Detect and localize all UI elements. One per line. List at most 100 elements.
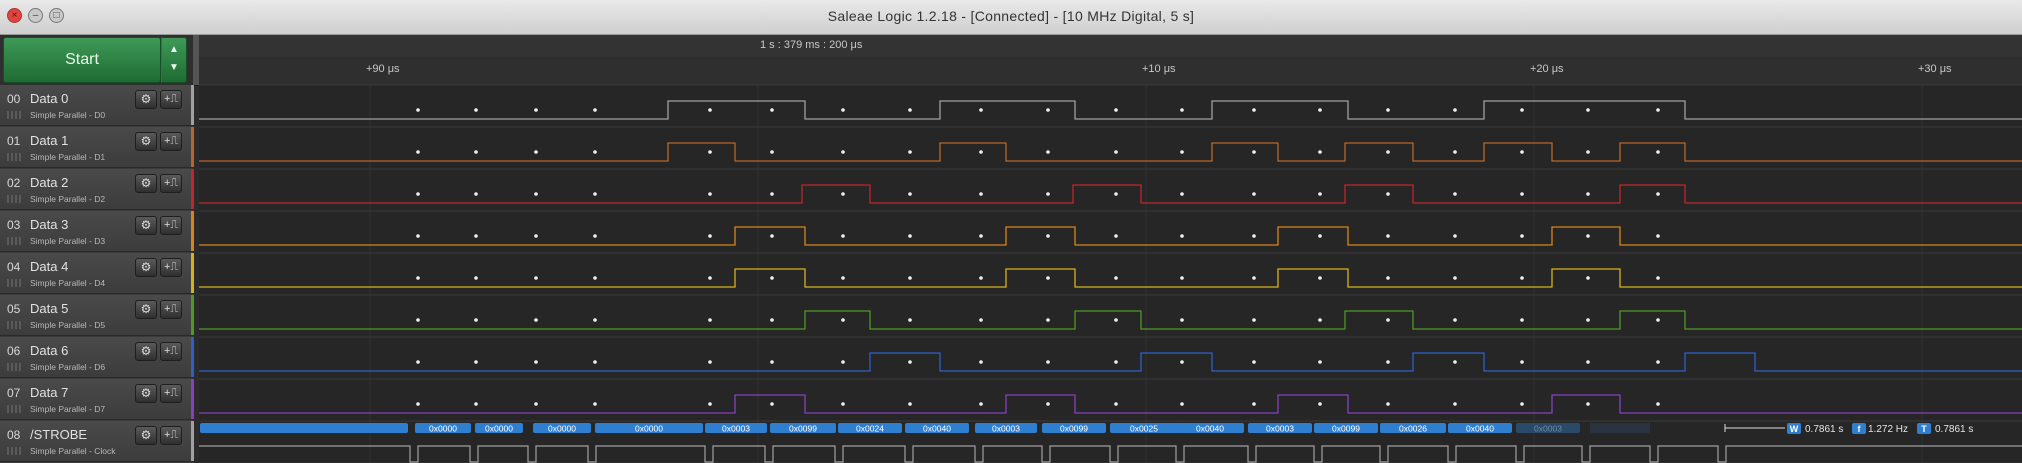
sample-marker — [593, 108, 597, 112]
sample-marker — [474, 360, 478, 364]
decoded-value-text: 0x0003 — [992, 424, 1020, 434]
sample-marker — [1586, 234, 1590, 238]
sample-marker — [534, 402, 538, 406]
sample-marker — [708, 192, 712, 196]
sample-marker — [841, 108, 845, 112]
sample-marker — [1114, 276, 1118, 280]
sample-marker — [593, 318, 597, 322]
sample-marker — [979, 318, 983, 322]
sample-marker — [416, 192, 420, 196]
sample-marker — [1656, 192, 1660, 196]
sample-marker — [1453, 402, 1457, 406]
measurement-label: T — [1921, 424, 1927, 434]
sample-marker — [1180, 360, 1184, 364]
decoded-value-text: 0x0025 — [1130, 424, 1158, 434]
sample-marker — [593, 192, 597, 196]
measurement-value: 1.272 Hz — [1868, 424, 1908, 435]
sample-marker — [534, 108, 538, 112]
sample-marker — [534, 360, 538, 364]
sample-marker — [770, 192, 774, 196]
sample-marker — [1453, 234, 1457, 238]
sample-marker — [1180, 192, 1184, 196]
sample-marker — [1656, 360, 1660, 364]
sample-marker — [908, 234, 912, 238]
measurement-value: 0.7861 s — [1805, 424, 1843, 435]
sample-marker — [1046, 318, 1050, 322]
sample-marker — [1386, 192, 1390, 196]
decoded-value-text: 0x0000 — [548, 424, 576, 434]
sample-marker — [1318, 192, 1322, 196]
sample-marker — [979, 192, 983, 196]
sample-marker — [1453, 318, 1457, 322]
sample-marker — [593, 234, 597, 238]
sample-marker — [474, 318, 478, 322]
sample-marker — [770, 150, 774, 154]
sample-marker — [1180, 150, 1184, 154]
sample-marker — [1252, 234, 1256, 238]
sample-marker — [770, 318, 774, 322]
sample-marker — [1046, 234, 1050, 238]
decoded-value-text: 0x0024 — [856, 424, 884, 434]
sample-marker — [908, 108, 912, 112]
sample-marker — [1520, 402, 1524, 406]
sample-marker — [1586, 402, 1590, 406]
sample-marker — [1656, 234, 1660, 238]
sample-marker — [1586, 108, 1590, 112]
sample-marker — [1046, 192, 1050, 196]
sample-marker — [1386, 402, 1390, 406]
sample-marker — [1046, 402, 1050, 406]
sample-marker — [1180, 108, 1184, 112]
sample-marker — [534, 318, 538, 322]
sample-marker — [1586, 192, 1590, 196]
sample-marker — [416, 360, 420, 364]
sample-marker — [1318, 402, 1322, 406]
sample-marker — [416, 150, 420, 154]
sample-marker — [1520, 360, 1524, 364]
sample-marker — [474, 108, 478, 112]
sample-marker — [1252, 276, 1256, 280]
waveform-area[interactable]: 0x0000 0x0000 0x0000 0x0000 0x0003 0x0099 0x00… — [0, 0, 2022, 463]
sample-marker — [534, 150, 538, 154]
sample-marker — [1386, 276, 1390, 280]
sample-marker — [1114, 192, 1118, 196]
sample-marker — [770, 234, 774, 238]
sample-marker — [1180, 276, 1184, 280]
sample-marker — [593, 360, 597, 364]
sample-marker — [1520, 276, 1524, 280]
sample-marker — [1386, 318, 1390, 322]
sample-marker — [416, 234, 420, 238]
sample-marker — [1318, 150, 1322, 154]
sample-marker — [1180, 402, 1184, 406]
sample-marker — [841, 276, 845, 280]
sample-marker — [1453, 360, 1457, 364]
sample-marker — [1386, 108, 1390, 112]
sample-marker — [841, 402, 845, 406]
sample-marker — [474, 234, 478, 238]
sample-marker — [1386, 360, 1390, 364]
sample-marker — [1318, 318, 1322, 322]
sample-marker — [1586, 276, 1590, 280]
decoded-value-bubble — [200, 423, 408, 433]
sample-marker — [979, 360, 983, 364]
sample-marker — [979, 150, 983, 154]
sample-marker — [770, 108, 774, 112]
sample-marker — [1252, 108, 1256, 112]
sample-marker — [841, 360, 845, 364]
sample-marker — [1180, 234, 1184, 238]
sample-marker — [474, 192, 478, 196]
sample-marker — [1114, 108, 1118, 112]
decoded-value-text: 0x0003 — [722, 424, 750, 434]
sample-marker — [1114, 234, 1118, 238]
sample-marker — [1046, 276, 1050, 280]
sample-marker — [474, 276, 478, 280]
sample-marker — [979, 234, 983, 238]
sample-marker — [708, 150, 712, 154]
sample-marker — [1386, 150, 1390, 154]
sample-marker — [770, 360, 774, 364]
decoded-value-text: 0x0040 — [923, 424, 951, 434]
sample-marker — [474, 150, 478, 154]
sample-marker — [708, 318, 712, 322]
sample-marker — [1252, 402, 1256, 406]
sample-marker — [1046, 108, 1050, 112]
sample-marker — [1046, 150, 1050, 154]
